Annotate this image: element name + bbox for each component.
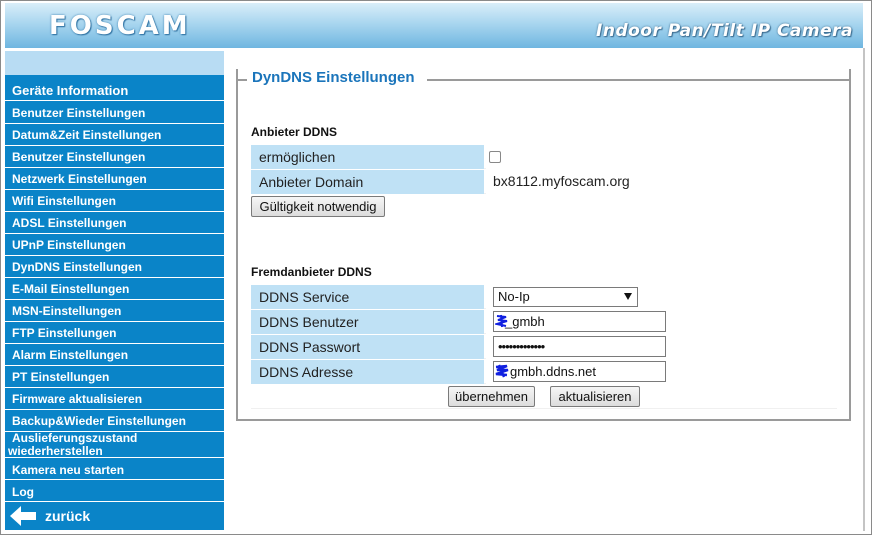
sidebar-item-label: Netzwerk Einstellungen bbox=[12, 172, 147, 186]
fieldset-border-right bbox=[427, 79, 851, 81]
sidebar-item-label: ADSL Einstellungen bbox=[12, 216, 127, 230]
sidebar-item-dyndns[interactable]: DynDNS Einstellungen bbox=[5, 256, 224, 278]
sidebar-item-label: Log bbox=[12, 485, 34, 499]
fieldset-legend: DynDNS Einstellungen bbox=[251, 69, 416, 86]
sidebar-item-label: Benutzer Einstellungen bbox=[12, 150, 146, 164]
ddns-password-value: ••••••••••••• bbox=[498, 339, 545, 354]
ddns-service-select[interactable]: No-Ip bbox=[493, 287, 638, 307]
domain-value: bx8112.myfoscam.org bbox=[486, 170, 837, 194]
sidebar-item-label: Benutzer Einstellungen bbox=[12, 106, 146, 120]
sidebar-item-label: Firmware aktualisieren bbox=[12, 392, 143, 406]
sidebar-item-email[interactable]: E-Mail Einstellungen bbox=[5, 278, 224, 300]
ddns-password-input[interactable]: ••••••••••••• bbox=[493, 336, 666, 357]
fieldset-border-left bbox=[236, 79, 247, 81]
user-label: DDNS Benutzer bbox=[251, 310, 484, 334]
refresh-button[interactable]: aktualisieren bbox=[550, 386, 640, 407]
sidebar-item-label: Geräte Information bbox=[12, 83, 129, 98]
sidebar-item-label: DynDNS Einstellungen bbox=[12, 260, 143, 274]
validity-button[interactable]: Gültigkeit notwendig bbox=[251, 196, 385, 217]
sidebar-item-network[interactable]: Netzwerk Einstellungen bbox=[5, 168, 224, 190]
sidebar-item-pt[interactable]: PT Einstellungen bbox=[5, 366, 224, 388]
sidebar-item-label: Alarm Einstellungen bbox=[12, 348, 129, 362]
sidebar-item-upnp[interactable]: UPnP Einstellungen bbox=[5, 234, 224, 256]
sidebar-nav: Geräte Information Benutzer Einstellunge… bbox=[5, 75, 224, 530]
sidebar-item-label: PT Einstellungen bbox=[12, 370, 110, 384]
sidebar-item-backup[interactable]: Backup&Wieder Einstellungen bbox=[5, 410, 224, 432]
back-button[interactable]: zurück bbox=[5, 502, 224, 530]
arrow-left-icon bbox=[10, 506, 36, 526]
back-label: zurück bbox=[45, 508, 91, 524]
redaction-scribble-icon bbox=[495, 314, 508, 328]
sidebar-item-label: Wifi Einstellungen bbox=[12, 194, 116, 208]
sidebar-item-label: Kamera neu starten bbox=[12, 463, 125, 477]
ddns-user-input[interactable]: _gmbh bbox=[493, 311, 666, 332]
domain-row: Anbieter Domain bx8112.myfoscam.org bbox=[251, 170, 837, 194]
sidebar-item-alarm[interactable]: Alarm Einstellungen bbox=[5, 344, 224, 366]
sidebar-item-user-settings-2[interactable]: Benutzer Einstellungen bbox=[5, 146, 224, 168]
sidebar-item-label: UPnP Einstellungen bbox=[12, 238, 126, 252]
enable-row: ermöglichen bbox=[251, 145, 837, 169]
sidebar-item-factory-reset[interactable]: Auslieferungszustand wiederherstellen bbox=[5, 432, 224, 458]
header-banner: FOSCAM Indoor Pan/Tilt IP Camera bbox=[5, 3, 863, 48]
sidebar-item-adsl[interactable]: ADSL Einstellungen bbox=[5, 212, 224, 234]
product-title: Indoor Pan/Tilt IP Camera bbox=[596, 21, 853, 41]
apply-button[interactable]: übernehmen bbox=[448, 386, 535, 407]
sidebar-item-label: MSN-Einstellungen bbox=[12, 304, 122, 318]
enable-label: ermöglichen bbox=[251, 145, 484, 169]
sidebar-item-reboot[interactable]: Kamera neu starten bbox=[5, 458, 224, 480]
sidebar-item-label-line2: wiederherstellen bbox=[8, 444, 103, 458]
redaction-scribble-icon bbox=[495, 364, 509, 378]
sidebar-top-strip bbox=[5, 51, 224, 75]
domain-label: Anbieter Domain bbox=[251, 170, 484, 194]
sidebar-item-user-settings[interactable]: Benutzer Einstellungen bbox=[5, 102, 224, 124]
enable-checkbox[interactable] bbox=[489, 151, 501, 163]
foscam-logo: FOSCAM bbox=[49, 11, 191, 41]
ddns-address-value: gmbh.ddns.net bbox=[510, 364, 597, 379]
password-label: DDNS Passwort bbox=[251, 335, 484, 359]
address-label: DDNS Adresse bbox=[251, 360, 484, 384]
sidebar-item-label: Datum&Zeit Einstellungen bbox=[12, 128, 162, 142]
sidebar-item-label: FTP Einstellungen bbox=[12, 326, 117, 340]
right-edge bbox=[863, 48, 865, 531]
sidebar-item-label: E-Mail Einstellungen bbox=[12, 282, 130, 296]
sidebar-item-date-time[interactable]: Datum&Zeit Einstellungen bbox=[5, 124, 224, 146]
service-label: DDNS Service bbox=[251, 285, 484, 309]
sidebar-item-ftp[interactable]: FTP Einstellungen bbox=[5, 322, 224, 344]
sidebar-item-device-info[interactable]: Geräte Information bbox=[5, 80, 224, 101]
ddns-address-input[interactable]: gmbh.ddns.net bbox=[493, 361, 666, 382]
sidebar-item-log[interactable]: Log bbox=[5, 480, 224, 502]
sidebar-item-firmware[interactable]: Firmware aktualisieren bbox=[5, 388, 224, 410]
enable-value-cell bbox=[486, 145, 837, 169]
ddns-service-value: No-Ip bbox=[498, 289, 530, 304]
sidebar-item-wifi[interactable]: Wifi Einstellungen bbox=[5, 190, 224, 212]
provider-section-title: Anbieter DDNS bbox=[251, 125, 338, 139]
third-party-section-title: Fremdanbieter DDNS bbox=[251, 265, 372, 279]
chevron-down-icon bbox=[624, 293, 632, 300]
sidebar-item-label: Backup&Wieder Einstellungen bbox=[12, 414, 186, 428]
ddns-user-value: _gmbh bbox=[505, 314, 545, 329]
sidebar-item-msn[interactable]: MSN-Einstellungen bbox=[5, 300, 224, 322]
buttons-row bbox=[251, 385, 837, 409]
